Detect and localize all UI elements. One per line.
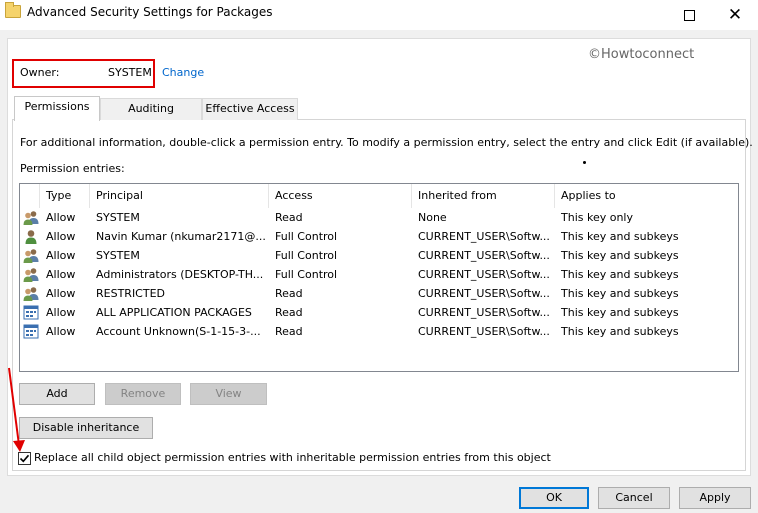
cell-inherited: CURRENT_USER\Softw... [418,287,550,300]
change-owner-link[interactable]: Change [162,66,204,79]
table-row[interactable]: Allow RESTRICTED Read CURRENT_USER\Softw...… [20,284,738,303]
cell-applies: This key and subkeys [561,268,679,281]
cell-principal: SYSTEM [96,211,140,224]
cell-inherited: CURRENT_USER\Softw... [418,325,550,338]
view-button[interactable]: View [190,383,267,405]
cell-type: Allow [46,287,76,300]
table-row[interactable]: Allow SYSTEM Read None This key only [20,208,738,227]
user-icon [23,229,39,244]
close-button[interactable]: ✕ [712,0,758,30]
cell-inherited: CURRENT_USER\Softw... [418,306,550,319]
list-header: Type Principal Access Inherited from App… [20,184,738,208]
table-row[interactable]: Allow Account Unknown(S-1-15-3-... Read CUR… [20,322,738,341]
cell-access: Full Control [275,230,338,243]
ok-button[interactable]: OK [519,487,589,509]
cell-type: Allow [46,249,76,262]
cell-access: Read [275,287,303,300]
tab-auditing-label: Auditing [128,102,174,115]
cell-access: Read [275,306,303,319]
permission-entries-label: Permission entries: [20,162,125,175]
cell-access: Full Control [275,268,338,281]
owner-value: SYSTEM [108,66,152,79]
header-icon-col [20,184,40,208]
tab-effective-access-label: Effective Access [205,102,295,115]
stray-dot [583,161,586,164]
cell-principal: ALL APPLICATION PACKAGES [96,306,252,319]
cell-applies: This key only [561,211,633,224]
cell-applies: This key and subkeys [561,230,679,243]
add-button[interactable]: Add [19,383,95,405]
cell-applies: This key and subkeys [561,325,679,338]
permission-entries-list[interactable]: Type Principal Access Inherited from App… [19,183,739,372]
watermark: ©Howtoconnect [588,47,695,62]
cell-principal: RESTRICTED [96,287,166,300]
cell-principal: Account Unknown(S-1-15-3-... [96,325,261,338]
cell-applies: This key and subkeys [561,306,679,319]
header-access[interactable]: Access [269,184,412,208]
header-type[interactable]: Type [40,184,90,208]
app-package-icon [23,305,39,320]
close-icon: ✕ [727,5,743,25]
group-icon [23,210,39,225]
tab-permissions-label: Permissions [24,100,90,113]
cell-inherited: CURRENT_USER\Softw... [418,249,550,262]
window-title: Advanced Security Settings for Packages [27,5,273,19]
checkmark-icon [19,454,30,463]
cell-applies: This key and subkeys [561,287,679,300]
table-row[interactable]: Allow SYSTEM Full Control CURRENT_USER\Soft… [20,246,738,265]
cell-type: Allow [46,325,76,338]
group-icon [23,248,39,263]
app-package-icon [23,324,39,339]
cell-access: Full Control [275,249,338,262]
cell-type: Allow [46,306,76,319]
info-text: For additional information, double-click… [20,136,753,149]
apply-button[interactable]: Apply [679,487,751,509]
cell-applies: This key and subkeys [561,249,679,262]
cell-principal: Administrators (DESKTOP-TH... [96,268,264,281]
cell-access: Read [275,325,303,338]
table-row[interactable]: Allow ALL APPLICATION PACKAGES Read CURRENT… [20,303,738,322]
header-principal[interactable]: Principal [90,184,269,208]
remove-button[interactable]: Remove [105,383,181,405]
group-icon [23,267,39,282]
header-applies-to[interactable]: Applies to [555,184,738,208]
replace-child-permissions-label: Replace all child object permission entr… [34,451,551,464]
cell-principal: SYSTEM [96,249,140,262]
cell-type: Allow [46,211,76,224]
tab-effective-access[interactable]: Effective Access [202,98,298,120]
cell-type: Allow [46,230,76,243]
maximize-icon [683,9,695,21]
cell-type: Allow [46,268,76,281]
cancel-button[interactable]: Cancel [598,487,670,509]
replace-child-permissions-checkbox[interactable] [18,452,31,465]
header-inherited-from[interactable]: Inherited from [412,184,555,208]
table-row[interactable]: Allow Administrators (DESKTOP-TH... Full C… [20,265,738,284]
cell-access: Read [275,211,303,224]
title-bar: Advanced Security Settings for Packages … [0,0,758,30]
group-icon [23,286,39,301]
tab-auditing[interactable]: Auditing [100,98,202,120]
cell-inherited: CURRENT_USER\Softw... [418,230,550,243]
maximize-button[interactable] [666,0,712,30]
disable-inheritance-button[interactable]: Disable inheritance [19,417,153,439]
cell-principal: Navin Kumar (nkumar2171@... [96,230,266,243]
folder-icon [5,2,21,18]
cell-inherited: CURRENT_USER\Softw... [418,268,550,281]
tab-permissions[interactable]: Permissions [14,96,100,121]
table-row[interactable]: Allow Navin Kumar (nkumar2171@... Full Con… [20,227,738,246]
owner-label: Owner: [20,66,60,79]
cell-inherited: None [418,211,447,224]
